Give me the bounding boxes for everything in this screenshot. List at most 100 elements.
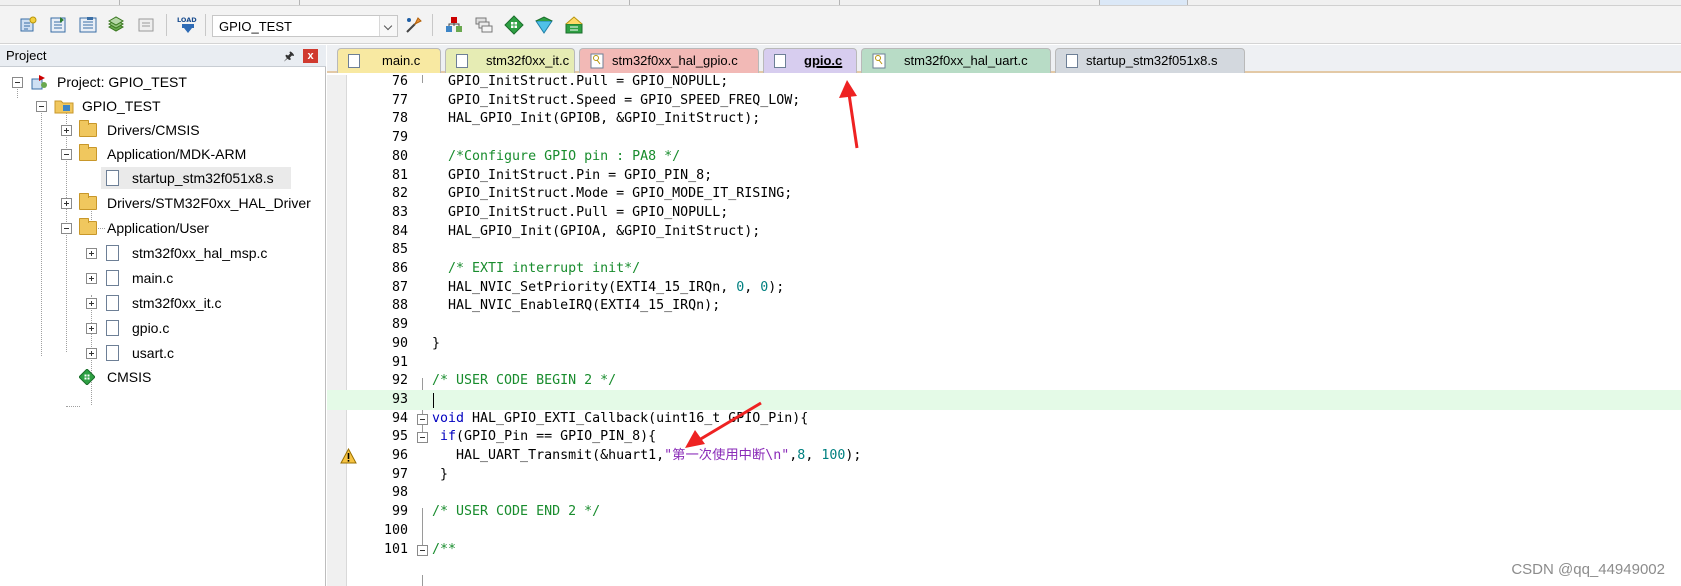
collapse-icon[interactable]: [417, 544, 428, 556]
code-line[interactable]: 94 void HAL_GPIO_EXTI_Callback(uint16_t G…: [327, 409, 1681, 429]
collapse-icon[interactable]: [417, 432, 428, 444]
tab-label: stm32f0xx_it.c: [486, 53, 570, 68]
file-icon: [774, 54, 786, 68]
tree-item-target[interactable]: GPIO_TEST: [0, 95, 326, 117]
pack-installer-icon[interactable]: [534, 15, 554, 35]
download-icon[interactable]: LOAD: [176, 15, 200, 35]
build-icon[interactable]: [48, 15, 68, 35]
code-line[interactable]: 99 /* USER CODE END 2 */: [327, 502, 1681, 522]
tree-item-label: CMSIS: [107, 369, 152, 385]
target-select[interactable]: GPIO_TEST: [212, 15, 398, 37]
tree-item-component[interactable]: CMSIS: [0, 366, 326, 388]
collapse-icon[interactable]: [12, 77, 23, 88]
collapse-icon[interactable]: [61, 223, 72, 234]
collapse-icon[interactable]: [417, 413, 428, 425]
code-token: "第一次使用中断\n": [664, 448, 790, 463]
menu-segment: [840, 0, 1100, 5]
code-line[interactable]: 95 if(GPIO_Pin == GPIO_PIN_8){: [327, 427, 1681, 447]
code-line[interactable]: 84 HAL_GPIO_Init(GPIOA, &GPIO_InitStruct…: [327, 222, 1681, 242]
tree-item-label: Drivers/STM32F0xx_HAL_Driver: [107, 195, 311, 211]
manage-project-icon[interactable]: [444, 15, 464, 35]
expand-icon[interactable]: [61, 198, 72, 209]
tab-stm32f0xx-hal-uart-c[interactable]: stm32f0xx_hal_uart.c: [861, 48, 1051, 73]
tree-item-file[interactable]: gpio.c: [0, 317, 326, 339]
tree-item-project[interactable]: Project: GPIO_TEST: [0, 71, 326, 93]
code-line[interactable]: 90}: [327, 334, 1681, 354]
software-packs-icon[interactable]: [564, 15, 584, 35]
code-token: GPIO_InitStruct.Pull = GPIO_NOPULL;: [432, 75, 729, 89]
code-line[interactable]: 86 /* EXTI interrupt init*/: [327, 259, 1681, 279]
build-toolbar: LOAD GPIO_TEST: [0, 6, 1681, 44]
tree-item-group[interactable]: Drivers/STM32F0xx_HAL_Driver: [0, 192, 326, 214]
select-packs-icon[interactable]: [474, 15, 494, 35]
expand-icon[interactable]: [86, 248, 97, 259]
tab-gpio-c[interactable]: gpio.c: [763, 48, 857, 73]
tree-item-file[interactable]: main.c: [0, 267, 326, 289]
tab-stm32f0xx-hal-gpio-c[interactable]: stm32f0xx_hal_gpio.c: [579, 48, 759, 73]
code-line[interactable]: 89: [327, 315, 1681, 335]
code-line[interactable]: 87 HAL_NVIC_SetPriority(EXTI4_15_IRQn, 0…: [327, 278, 1681, 298]
tree-item-file[interactable]: stm32f0xx_it.c: [0, 292, 326, 314]
code-token: 100: [821, 448, 846, 463]
menu-segment: [300, 0, 630, 5]
code-line[interactable]: 83 GPIO_InitStruct.Pull = GPIO_NOPULL;: [327, 203, 1681, 223]
expand-icon[interactable]: [61, 125, 72, 136]
code-editor[interactable]: 76 GPIO_InitStruct.Pull = GPIO_NOPULL; 77…: [327, 75, 1681, 586]
code-line[interactable]: 100: [327, 521, 1681, 541]
code-line[interactable]: 101 /**: [327, 540, 1681, 560]
code-token: );: [845, 448, 862, 463]
tree-item-group[interactable]: Drivers/CMSIS: [0, 119, 326, 141]
tree-item-file[interactable]: usart.c: [0, 342, 326, 364]
tab-startup-stm32f051x8-s[interactable]: startup_stm32f051x8.s: [1055, 48, 1245, 73]
toolbar-separator: [432, 14, 433, 36]
code-line[interactable]: 81 GPIO_InitStruct.Pin = GPIO_PIN_8;: [327, 166, 1681, 186]
tab-stm32f0xx-it-c[interactable]: stm32f0xx_it.c: [445, 48, 575, 73]
tree-item-file[interactable]: startup_stm32f051x8.s: [101, 167, 291, 189]
tree-item-group[interactable]: Application/MDK-ARM: [0, 143, 326, 165]
code-line[interactable]: 85: [327, 240, 1681, 260]
manage-rte-icon[interactable]: [504, 15, 524, 35]
expand-icon[interactable]: [86, 298, 97, 309]
code-line[interactable]: 96 HAL_UART_Transmit(&huart1,"第一次使用中断\n"…: [327, 446, 1681, 466]
code-line[interactable]: 93: [327, 389, 1681, 410]
code-token: HAL_GPIO_Init(GPIOB, &GPIO_InitStruct);: [432, 111, 761, 127]
stop-build-icon[interactable]: [136, 15, 156, 35]
batch-build-icon[interactable]: [106, 15, 126, 35]
code-line[interactable]: 97 }: [327, 465, 1681, 485]
code-line[interactable]: 98: [327, 483, 1681, 503]
code-line[interactable]: 92 /* USER CODE BEGIN 2 */: [327, 371, 1681, 391]
tree-item-group[interactable]: Application/User: [0, 217, 326, 239]
rebuild-icon[interactable]: [78, 15, 98, 35]
code-line[interactable]: 91: [327, 353, 1681, 373]
code-line[interactable]: 78 HAL_GPIO_Init(GPIOB, &GPIO_InitStruct…: [327, 109, 1681, 129]
code-line[interactable]: 82 GPIO_InitStruct.Mode = GPIO_MODE_IT_R…: [327, 184, 1681, 204]
toolbar-separator: [205, 14, 206, 36]
tab-main-c[interactable]: main.c: [337, 48, 441, 73]
code-token: HAL_GPIO_EXTI_Callback(uint16_t GPIO_Pin…: [464, 410, 809, 426]
line-number: 92: [391, 373, 408, 389]
expand-icon[interactable]: [86, 348, 97, 359]
tree-item-file[interactable]: stm32f0xx_hal_msp.c: [0, 242, 326, 264]
code-line[interactable]: 76 GPIO_InitStruct.Pull = GPIO_NOPULL;: [327, 75, 1681, 92]
code-text: GPIO_InitStruct.Pull = GPIO_NOPULL;: [432, 75, 728, 92]
warning-icon[interactable]: [340, 448, 357, 464]
line-number: 86: [391, 261, 408, 276]
code-text: if(GPIO_Pin == GPIO_PIN_8){: [432, 427, 656, 447]
collapse-icon[interactable]: [61, 149, 72, 160]
code-token: /* USER CODE END 2 */: [432, 504, 601, 520]
collapse-icon[interactable]: [36, 101, 47, 112]
expand-icon[interactable]: [86, 323, 97, 334]
file-icon: [106, 320, 119, 336]
target-options-icon[interactable]: [404, 15, 424, 35]
chevron-down-icon[interactable]: [379, 16, 397, 36]
expand-icon[interactable]: [86, 273, 97, 284]
code-line[interactable]: 80 /*Configure GPIO pin : PA8 */: [327, 147, 1681, 167]
translate-icon[interactable]: [18, 15, 38, 35]
close-icon[interactable]: x: [303, 49, 318, 63]
pin-icon[interactable]: 🖈: [282, 49, 296, 63]
line-number: 88: [391, 298, 408, 314]
code-line[interactable]: 79: [327, 128, 1681, 148]
code-line[interactable]: 77 GPIO_InitStruct.Speed = GPIO_SPEED_FR…: [327, 91, 1681, 111]
line-number: 91: [391, 354, 408, 370]
code-line[interactable]: 88 HAL_NVIC_EnableIRQ(EXTI4_15_IRQn);: [327, 296, 1681, 316]
